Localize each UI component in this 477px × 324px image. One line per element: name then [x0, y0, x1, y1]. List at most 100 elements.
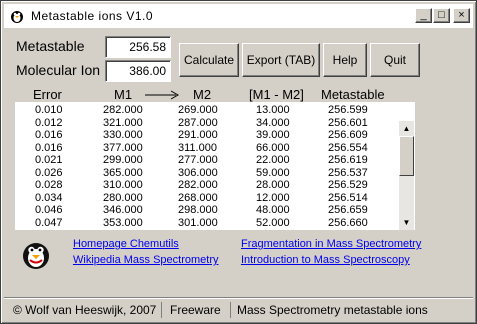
list-cell: 256.619: [328, 154, 368, 166]
list-item[interactable]: 0.021 299.000 277.000 22.000 256.619: [15, 154, 400, 166]
list-cell: 256.537: [328, 166, 368, 179]
molecular-ion-label: Molecular Ion: [16, 62, 101, 78]
list-cell: 287.000: [178, 116, 218, 129]
list-cell: 39.000: [256, 129, 290, 141]
list-cell: 0.026: [35, 166, 63, 179]
list-cell: 282.000: [103, 104, 143, 116]
list-cell: 330.000: [103, 129, 143, 141]
list-cell: 365.000: [103, 166, 143, 179]
list-cell: 256.554: [328, 141, 368, 154]
list-cell: 277.000: [178, 154, 218, 166]
list-cell: 0.016: [35, 129, 63, 141]
list-cell: 0.034: [35, 191, 63, 204]
list-cell: 310.000: [103, 179, 143, 191]
molecular-ion-input[interactable]: 386.00: [105, 60, 171, 82]
header-m1-minus-m2: [M1 - M2]: [249, 87, 304, 102]
header-m2: M2: [193, 87, 212, 102]
export-tab-button[interactable]: Export (TAB): [242, 43, 320, 77]
list-cell: 0.012: [35, 116, 63, 129]
metastable-input[interactable]: 256.58: [105, 36, 171, 58]
list-cell: 298.000: [178, 204, 218, 216]
list-cell: 256.609: [328, 129, 368, 141]
app-window: Metastable ions V1.0 _ □ × Metastable 25…: [0, 0, 477, 324]
list-cell: 0.010: [35, 104, 63, 116]
status-bar: © Wolf van Heeswijk, 2007 Freeware Mass …: [4, 297, 473, 321]
list-cell: 291.000: [178, 129, 218, 141]
fragmentation-link[interactable]: Fragmentation in Mass Spectrometry: [241, 238, 421, 250]
list-cell: 34.000: [256, 116, 290, 129]
close-button[interactable]: ×: [453, 8, 470, 23]
calculate-button-label: Calculate: [183, 53, 235, 67]
list-cell: 256.599: [328, 104, 368, 116]
list-cell: 301.000: [178, 216, 218, 229]
status-license: Freeware: [170, 303, 221, 317]
list-cell: 52.000: [256, 216, 290, 229]
list-cell: 311.000: [178, 141, 217, 154]
minimize-button[interactable]: _: [415, 8, 432, 23]
list-item[interactable]: 0.028 310.000 282.000 28.000 256.529: [15, 179, 400, 191]
list-cell: 66.000: [256, 141, 290, 154]
metastable-label: Metastable: [16, 38, 85, 54]
list-cell: 48.000: [256, 204, 290, 216]
help-button-label: Help: [332, 53, 358, 67]
status-description: Mass Spectrometry metastable ions: [237, 303, 428, 317]
header-m1: M1: [114, 87, 133, 102]
help-button[interactable]: Help: [323, 43, 367, 77]
list-item[interactable]: 0.034 280.000 268.000 12.000 256.514: [15, 192, 400, 204]
list-cell: 0.046: [35, 204, 63, 216]
list-cell: 269.000: [178, 104, 218, 116]
list-cell: 256.601: [328, 116, 368, 129]
list-cell: 0.047: [35, 216, 63, 229]
scroll-up-icon[interactable]: ▲: [399, 121, 414, 136]
list-cell: 346.000: [103, 204, 143, 216]
vertical-scrollbar[interactable]: ▲ ▼: [399, 121, 414, 230]
status-divider: [161, 302, 162, 318]
scrollbar-thumb[interactable]: [399, 136, 414, 176]
list-cell: 306.000: [178, 166, 218, 179]
list-cell: 0.021: [35, 154, 63, 166]
list-cell: 0.016: [35, 141, 63, 154]
list-cell: 353.000: [103, 216, 143, 229]
quit-button[interactable]: Quit: [370, 43, 420, 77]
list-item[interactable]: 0.016 377.000 311.000 66.000 256.554: [15, 142, 400, 154]
quit-button-label: Quit: [383, 53, 406, 67]
status-copyright: © Wolf van Heeswijk, 2007: [13, 303, 157, 317]
introduction-link[interactable]: Introduction to Mass Spectroscopy: [241, 254, 410, 266]
list-cell: 299.000: [103, 154, 143, 166]
list-cell: 59.000: [256, 166, 290, 179]
wikipedia-mass-spectrometry-link[interactable]: Wikipedia Mass Spectrometry: [73, 254, 219, 266]
status-divider: [230, 302, 231, 318]
list-cell: 22.000: [256, 154, 290, 166]
list-item[interactable]: 0.046 346.000 298.000 48.000 256.659: [15, 204, 400, 216]
homepage-chemutils-link[interactable]: Homepage Chemutils: [73, 238, 179, 250]
export-button-label: Export (TAB): [246, 53, 316, 67]
list-cell: 256.660: [328, 216, 368, 229]
penguin-mascot-icon: [20, 239, 52, 274]
list-item[interactable]: 0.012 321.000 287.000 34.000 256.601: [15, 117, 400, 129]
list-cell: 377.000: [103, 141, 143, 154]
list-cell: 256.529: [328, 179, 368, 191]
list-cell: 13.000: [256, 104, 290, 116]
list-cell: 282.000: [178, 179, 218, 191]
list-cell: 12.000: [256, 191, 290, 204]
list-cell: 256.659: [328, 204, 368, 216]
scroll-down-icon[interactable]: ▼: [399, 215, 414, 230]
list-item[interactable]: 0.016 330.000 291.000 39.000 256.609: [15, 129, 400, 141]
header-error: Error: [33, 87, 62, 102]
maximize-button[interactable]: □: [433, 8, 450, 23]
list-item[interactable]: 0.010 282.000 269.000 13.000 256.599: [15, 104, 400, 116]
right-arrow-icon: [145, 90, 180, 100]
list-cell: 256.514: [328, 191, 368, 204]
list-cell: 280.000: [103, 191, 143, 204]
list-cell: 0.028: [35, 179, 63, 191]
list-item[interactable]: 0.026 365.000 306.000 59.000 256.537: [15, 167, 400, 179]
results-list[interactable]: 0.010 282.000 269.000 13.000 256.599 0.012 321…: [15, 102, 415, 230]
window-title: Metastable ions V1.0: [31, 9, 154, 23]
list-cell: 28.000: [256, 179, 290, 191]
calculate-button[interactable]: Calculate: [179, 43, 239, 77]
penguin-icon: [9, 8, 25, 24]
title-bar[interactable]: Metastable ions V1.0 _ □ ×: [4, 4, 473, 28]
header-metastable: Metastable: [321, 87, 385, 102]
list-cell: 268.000: [178, 191, 218, 204]
list-item[interactable]: 0.047 353.000 301.000 52.000 256.660: [15, 217, 400, 229]
